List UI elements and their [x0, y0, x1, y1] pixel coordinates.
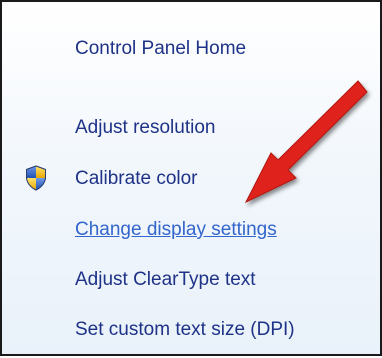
screenshot-frame: Control Panel Home Adjust resolution Cal…	[0, 0, 382, 356]
set-custom-text-size-link[interactable]: Set custom text size (DPI)	[75, 318, 295, 342]
adjust-cleartype-text-link[interactable]: Adjust ClearType text	[75, 268, 256, 292]
control-panel-home-link[interactable]: Control Panel Home	[75, 37, 246, 61]
uac-shield-icon	[26, 165, 46, 191]
calibrate-color-link[interactable]: Calibrate color	[75, 167, 198, 191]
control-panel-task-pane: Control Panel Home Adjust resolution Cal…	[2, 2, 380, 354]
change-display-settings-link[interactable]: Change display settings	[75, 218, 277, 242]
adjust-resolution-link[interactable]: Adjust resolution	[75, 116, 215, 140]
